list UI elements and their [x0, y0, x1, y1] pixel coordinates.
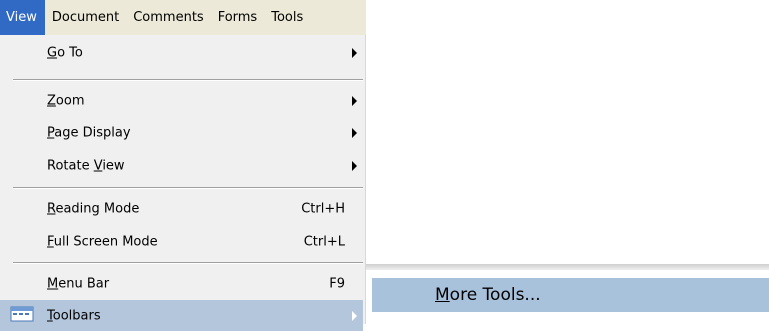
- menu-item-rotate-view[interactable]: Rotate View: [0, 150, 363, 181]
- menu-comments-label: Comments: [133, 10, 204, 25]
- menu-item-zoom[interactable]: Zoom: [0, 85, 363, 116]
- menu-separator: [13, 262, 363, 264]
- submenu-arrow-icon: [352, 95, 357, 106]
- submenu-arrow-icon: [352, 47, 357, 58]
- shortcut-reading-mode: Ctrl+H: [301, 201, 345, 216]
- menu-separator: [13, 79, 363, 81]
- menu-item-page-display[interactable]: Page Display: [0, 117, 363, 148]
- menu-item-full-screen-mode-label: Full Screen Mode: [47, 234, 158, 249]
- menu-item-zoom-label: Zoom: [47, 93, 85, 108]
- toolbars-submenu: More Tools...: [366, 264, 769, 324]
- submenu-arrow-icon: [352, 127, 357, 138]
- menu-tools-label: Tools: [271, 10, 304, 25]
- menu-separator: [13, 187, 363, 189]
- menu-forms[interactable]: Forms: [211, 0, 265, 35]
- menu-item-rotate-view-label: Rotate View: [47, 158, 125, 173]
- submenu-arrow-icon: [352, 310, 357, 321]
- menu-item-go-to[interactable]: Go To: [0, 37, 363, 68]
- menu-item-reading-mode[interactable]: Reading Mode Ctrl+H: [0, 193, 363, 224]
- menu-item-go-to-label: Go To: [47, 45, 83, 60]
- toolbar-icon: [10, 306, 34, 322]
- menu-item-page-display-label: Page Display: [47, 125, 131, 140]
- menu-item-reading-mode-label: Reading Mode: [47, 201, 140, 216]
- menu-item-toolbars[interactable]: Toolbars: [0, 300, 363, 331]
- menu-view[interactable]: View: [0, 0, 45, 35]
- menu-view-label: View: [6, 10, 37, 25]
- shortcut-menu-bar: F9: [329, 276, 345, 291]
- menu-item-full-screen-mode[interactable]: Full Screen Mode Ctrl+L: [0, 226, 363, 257]
- menu-comments[interactable]: Comments: [126, 0, 210, 35]
- view-menu-dropdown: Go To Zoom Page Display Rotate View Read…: [0, 35, 366, 331]
- menu-document[interactable]: Document: [45, 0, 126, 35]
- menu-forms-label: Forms: [217, 10, 258, 25]
- menu-item-toolbars-label: Toolbars: [47, 308, 101, 323]
- menu-document-label: Document: [51, 10, 120, 25]
- menu-item-more-tools[interactable]: More Tools...: [372, 278, 769, 312]
- menu-item-menu-bar-label: Menu Bar: [47, 276, 110, 291]
- shortcut-full-screen-mode: Ctrl+L: [303, 234, 345, 249]
- menu-item-menu-bar[interactable]: Menu Bar F9: [0, 268, 363, 299]
- menu-tools[interactable]: Tools: [264, 0, 310, 35]
- menu-bar: View Document Comments Forms Tools: [0, 0, 366, 35]
- submenu-arrow-icon: [352, 160, 357, 171]
- submenu-top-edge: [366, 264, 769, 270]
- menu-item-more-tools-label: More Tools...: [435, 285, 541, 305]
